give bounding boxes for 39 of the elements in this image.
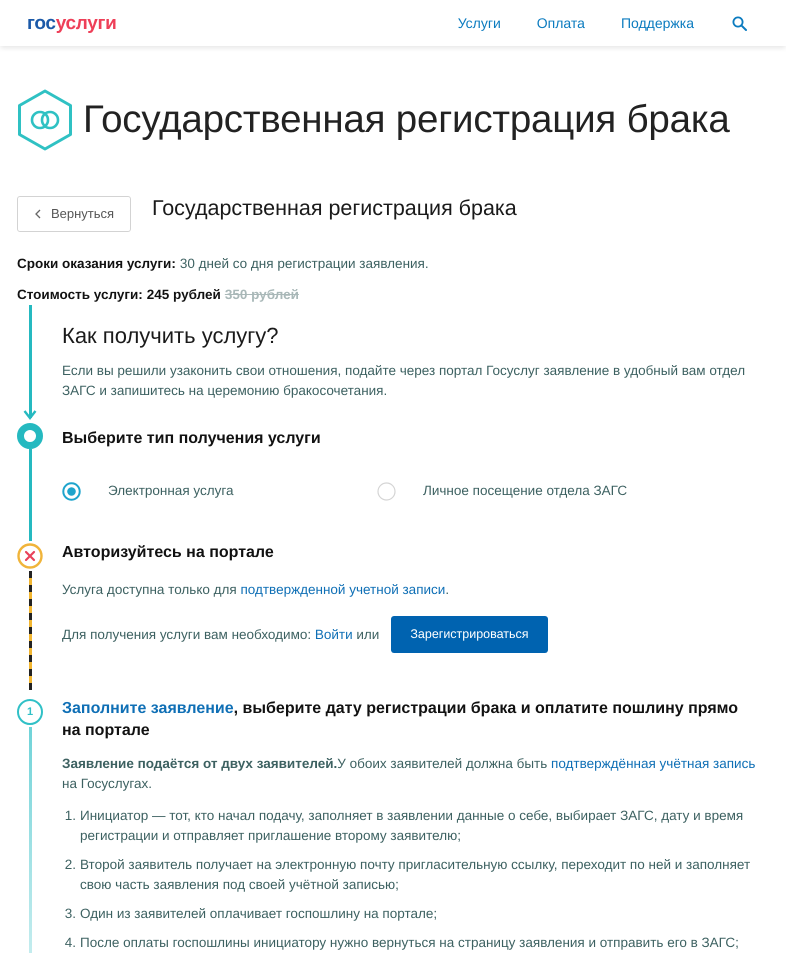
login-prompt: Для получения услуги вам необходимо: Войти или [62,626,380,644]
step-title: Заполните заявление, выберите дату регистрации брака и оплатите пошлину прямо на портале [62,699,740,741]
service-title: Государственная регистрация брака [152,196,517,220]
item-number: 3. [64,905,77,923]
item-text: Второй заявитель получает на электронную почту пригласительную ссылку, переходит по ней и заполняет свою часть заявления под своей учётной записью; [80,856,752,894]
link[interactable]: Заполните заявление [62,700,234,717]
hexagon-rings-icon [17,89,73,151]
fact-label: Сроки оказания услуги: [17,256,176,271]
nav-link[interactable]: Поддержка [620,12,694,34]
fact-label: Стоимость услуги: [17,287,143,302]
link[interactable]: Войти [314,626,353,642]
item-text: После оплаты госпошлины инициатору нужно вернуться на страницу заявления и отправить его в ЗАГС; [80,934,739,952]
paragraph: Заявление подаётся от двух заявителей.У обоих заявителей должна быть подтверждённая учётная запись на Госуслугах. [62,755,756,793]
step-title: Выберите тип получения услуги [62,429,322,449]
item-number: 2. [64,856,77,874]
chevron-left-icon [35,209,41,219]
nav-link[interactable]: Оплата [536,12,585,34]
nav-link[interactable]: Услуги [458,12,501,34]
item-text: Инициатор — тот, кто начал подачу, заполняет в заявлении данные о себе, выбирает ЗАГС, дату и время регистрации и отправляет приглашение второму заявителю; [80,807,744,845]
radio-option[interactable]: Личное посещение отдела ЗАГС [377,481,628,501]
step-number: 1 [17,699,43,725]
fact-value: 30 дней со дня регистрации заявления. [180,256,429,271]
price-value: 245 рублей [146,287,221,302]
old-price: 350 рублей [224,287,299,302]
register-button[interactable]: Зарегистрироваться [391,616,548,653]
link[interactable]: подтвержденной учетной записи [240,582,446,597]
step-title: Авторизуйтесь на портале [62,543,275,563]
item-number: 4. [64,934,77,952]
back-button[interactable]: Вернуться [17,196,131,232]
page-title: Государственная регистрация брака [83,100,730,140]
link[interactable]: подтверждённая учётная запись [551,756,756,771]
item-number: 1. [64,807,77,825]
item-text: Один из заявителей оплачивает госпошлину на портале; [80,905,438,923]
access-note: Услуга доступна только для подтвержденной учетной записи. [62,581,450,599]
section-title: Как получить услугу? [62,322,280,350]
search-icon[interactable] [732,16,747,30]
radio-option[interactable]: Электронная услуга [62,481,234,501]
logo[interactable]: госуслуги [27,14,117,32]
description: Если вы решили узаконить свои отношения, подайте через портал Госуслуг заявление в удобный вам отдел ЗАГС и запишитесь на церемонию бракосочетания. [62,362,746,400]
